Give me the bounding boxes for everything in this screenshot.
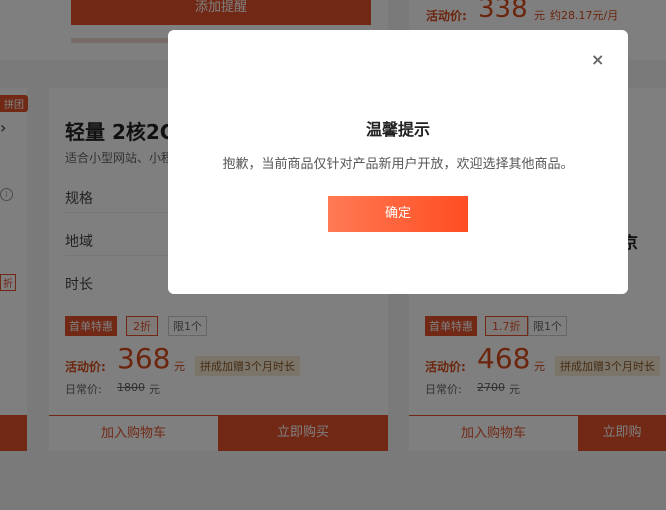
close-icon[interactable]: × [591, 50, 604, 69]
dialog-title: 温馨提示 [365, 120, 430, 139]
dialog-message: 抱歉，当前商品仅针对产品新用户开放，欢迎选择其他商品。 [222, 157, 574, 172]
confirm-button[interactable]: 确定 [328, 196, 468, 232]
